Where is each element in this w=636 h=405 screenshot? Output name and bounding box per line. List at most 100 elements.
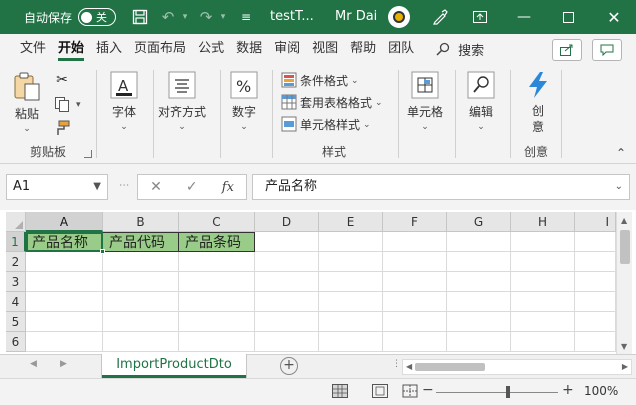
page-layout-view-icon[interactable]: [372, 384, 388, 398]
cell-g4[interactable]: [447, 292, 511, 312]
cell-i4[interactable]: [575, 292, 616, 312]
number-group[interactable]: % 数字 ⌄: [221, 64, 269, 164]
sheet-tab-importproductdto[interactable]: ImportProductDto: [102, 354, 246, 378]
cell-a2[interactable]: [26, 252, 103, 272]
column-header-g[interactable]: G: [447, 212, 511, 232]
cell-a3[interactable]: [26, 272, 103, 292]
add-sheet-icon[interactable]: +: [280, 357, 298, 375]
cell-f6[interactable]: [383, 332, 447, 352]
column-header-d[interactable]: D: [255, 212, 319, 232]
cell-f2[interactable]: [383, 252, 447, 272]
comments-button[interactable]: [592, 39, 622, 61]
cell-e4[interactable]: [319, 292, 383, 312]
pen-icon[interactable]: [418, 0, 462, 34]
copy-icon[interactable]: [54, 96, 70, 112]
row-header-3[interactable]: 3: [6, 272, 26, 292]
cell-c2[interactable]: [179, 252, 255, 272]
avatar[interactable]: [388, 6, 410, 28]
column-header-a[interactable]: A: [26, 212, 103, 232]
editing-group[interactable]: 编辑 ⌄: [456, 64, 508, 164]
cell-c6[interactable]: [179, 332, 255, 352]
next-sheet-icon[interactable]: ▶: [60, 359, 67, 369]
tab-page-layout[interactable]: 页面布局: [128, 34, 192, 64]
zoom-out-icon[interactable]: −: [422, 382, 434, 398]
cell-e2[interactable]: [319, 252, 383, 272]
cell-d2[interactable]: [255, 252, 319, 272]
previous-sheet-icon[interactable]: ◀: [30, 359, 37, 369]
conditional-formatting-button[interactable]: 条件格式 ⌄: [281, 69, 359, 91]
maximize-icon[interactable]: [546, 0, 590, 34]
cell-e6[interactable]: [319, 332, 383, 352]
cell-c5[interactable]: [179, 312, 255, 332]
cell-f1[interactable]: [383, 232, 447, 252]
tab-review[interactable]: 审阅: [268, 34, 306, 64]
cell-d6[interactable]: [255, 332, 319, 352]
tab-data[interactable]: 数据: [230, 34, 268, 64]
cell-h5[interactable]: [511, 312, 575, 332]
row-header-1[interactable]: 1: [6, 232, 26, 252]
formula-input[interactable]: 产品名称 ⌄: [252, 174, 630, 200]
column-header-h[interactable]: H: [511, 212, 575, 232]
tab-team[interactable]: 团队: [382, 34, 420, 64]
tab-insert[interactable]: 插入: [90, 34, 128, 64]
cell-a5[interactable]: [26, 312, 103, 332]
zoom-in-icon[interactable]: +: [562, 382, 574, 398]
collapse-ribbon-icon[interactable]: ⌃: [616, 146, 626, 160]
number-button[interactable]: % 数字 ⌄: [229, 70, 259, 132]
horizontal-scrollbar[interactable]: ◀ ▶: [402, 359, 632, 375]
cell-d1[interactable]: [255, 232, 319, 252]
column-header-c[interactable]: C: [179, 212, 255, 232]
user-name[interactable]: Mr Dai: [335, 9, 377, 24]
cell-g1[interactable]: [447, 232, 511, 252]
scroll-left-icon[interactable]: ◀: [406, 362, 412, 371]
cell-a6[interactable]: [26, 332, 103, 352]
redo-icon[interactable]: ↷: [194, 5, 218, 29]
cell-b3[interactable]: [103, 272, 179, 292]
row-header-2[interactable]: 2: [6, 252, 26, 272]
cell-b6[interactable]: [103, 332, 179, 352]
vertical-scroll-thumb[interactable]: [620, 230, 630, 264]
fill-handle[interactable]: [100, 249, 105, 254]
ribbon-display-options-icon[interactable]: [458, 0, 502, 34]
name-box-dropdown-icon[interactable]: ▼: [93, 175, 101, 199]
cell-a1[interactable]: 产品名称: [26, 232, 103, 252]
column-header-e[interactable]: E: [319, 212, 383, 232]
cell-styles-button[interactable]: 单元格样式 ⌄: [281, 113, 371, 135]
formula-bar-splitter[interactable]: ⋮: [118, 180, 129, 189]
zoom-level[interactable]: 100%: [584, 384, 618, 398]
cell-f5[interactable]: [383, 312, 447, 332]
share-button[interactable]: [552, 39, 582, 61]
undo-icon[interactable]: ↶: [156, 5, 180, 29]
cell-b4[interactable]: [103, 292, 179, 312]
cell-b2[interactable]: [103, 252, 179, 272]
cells-group[interactable]: 单元格 ⌄: [399, 64, 455, 164]
cell-h3[interactable]: [511, 272, 575, 292]
cell-b5[interactable]: [103, 312, 179, 332]
editing-button[interactable]: 编辑 ⌄: [466, 70, 496, 132]
cells-button[interactable]: 单元格 ⌄: [407, 70, 443, 132]
font-group[interactable]: A 字体 ⌄: [97, 64, 153, 164]
copy-dropdown-icon[interactable]: ▾: [76, 100, 81, 110]
column-header-f[interactable]: F: [383, 212, 447, 232]
cancel-icon[interactable]: ✕: [150, 179, 162, 195]
tab-help[interactable]: 帮助: [344, 34, 382, 64]
close-icon[interactable]: ✕: [592, 0, 636, 34]
cell-e3[interactable]: [319, 272, 383, 292]
alignment-group[interactable]: 对齐方式 ⌄: [154, 64, 216, 164]
cell-i5[interactable]: [575, 312, 616, 332]
clipboard-dialog-launcher[interactable]: [84, 150, 92, 158]
tab-splitter-icon[interactable]: ⋮: [392, 359, 401, 369]
normal-view-icon[interactable]: [332, 384, 348, 398]
redo-dropdown-icon[interactable]: ▾: [218, 5, 228, 29]
scroll-right-icon[interactable]: ▶: [622, 362, 628, 371]
scroll-up-icon[interactable]: ▲: [621, 216, 627, 225]
column-header-i[interactable]: I: [575, 212, 616, 232]
row-header-4[interactable]: 4: [6, 292, 26, 312]
cell-h1[interactable]: [511, 232, 575, 252]
cell-g6[interactable]: [447, 332, 511, 352]
page-break-view-icon[interactable]: [402, 384, 418, 398]
tab-home[interactable]: 开始: [52, 34, 90, 64]
alignment-button[interactable]: 对齐方式 ⌄: [158, 70, 206, 132]
cell-b1[interactable]: 产品代码: [103, 232, 179, 252]
name-box[interactable]: A1 ▼: [6, 174, 108, 200]
